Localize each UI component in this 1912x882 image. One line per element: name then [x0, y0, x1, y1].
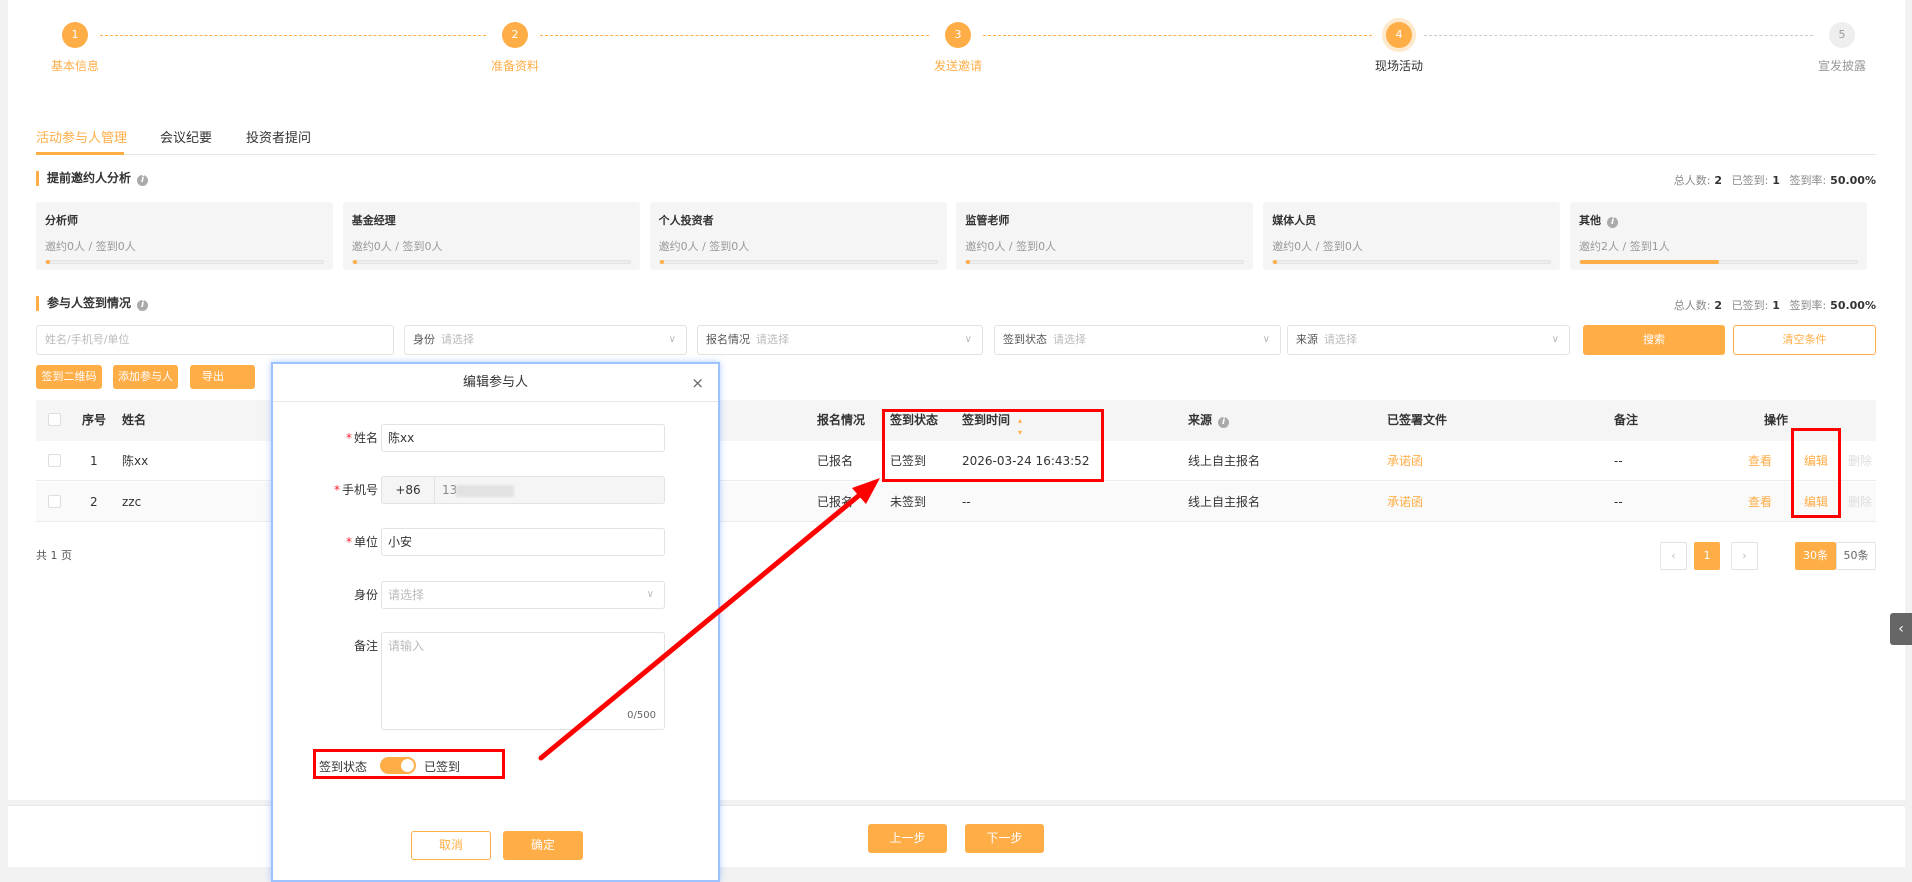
annotation-arrow-icon: [538, 478, 880, 761]
